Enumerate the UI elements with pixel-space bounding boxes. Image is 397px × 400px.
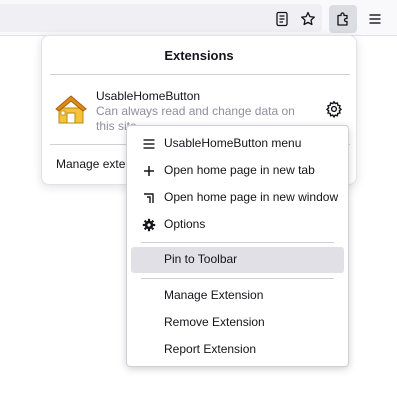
new-window-icon bbox=[142, 191, 156, 205]
menu-item-manage-extension[interactable]: Manage Extension bbox=[131, 283, 344, 309]
menu-item-label: Options bbox=[164, 217, 206, 231]
bookmark-button[interactable] bbox=[294, 5, 322, 33]
browser-toolbar bbox=[0, 0, 397, 36]
house-icon[interactable] bbox=[54, 92, 88, 126]
menu-item-label: Open home page in new window bbox=[164, 190, 339, 204]
menu-item-options[interactable]: Options bbox=[131, 212, 344, 238]
app-menu-button[interactable] bbox=[361, 5, 389, 33]
menu-item-remove-extension[interactable]: Remove Extension bbox=[131, 310, 344, 336]
menu-item-label: Open home page in new tab bbox=[164, 163, 315, 177]
menu-item-label: Report Extension bbox=[164, 342, 257, 356]
gear-icon bbox=[142, 218, 156, 232]
panel-title: Extensions bbox=[164, 48, 234, 63]
plus-icon bbox=[142, 164, 156, 178]
extensions-button[interactable] bbox=[329, 5, 357, 33]
menu-item-pin-to-toolbar[interactable]: Pin to Toolbar bbox=[131, 247, 344, 273]
menu-item-open-new-window[interactable]: Open home page in new window bbox=[131, 185, 344, 211]
panel-divider bbox=[50, 74, 350, 75]
extensions-puzzle-icon bbox=[337, 12, 348, 26]
reader-view-button[interactable] bbox=[268, 5, 296, 33]
extension-name[interactable]: UsableHomeButton bbox=[96, 89, 200, 103]
menu-lines-icon bbox=[142, 137, 156, 151]
menu-item-label: Remove Extension bbox=[164, 315, 265, 329]
reader-view-icon bbox=[276, 11, 288, 27]
extension-context-menu: UsableHomeButton menu Open home page in … bbox=[126, 125, 349, 367]
hamburger-menu-icon bbox=[369, 14, 381, 24]
menu-item-usablehomebutton-menu[interactable]: UsableHomeButton menu bbox=[131, 131, 344, 157]
menu-item-label: UsableHomeButton menu bbox=[164, 136, 302, 150]
manage-extensions-link[interactable]: Manage extensions bbox=[56, 157, 136, 171]
menu-item-label: Pin to Toolbar bbox=[164, 252, 238, 266]
menu-separator bbox=[141, 242, 334, 243]
menu-item-report-extension[interactable]: Report Extension bbox=[131, 337, 344, 363]
menu-item-label: Manage Extension bbox=[164, 288, 264, 302]
extension-options-gear-icon[interactable] bbox=[325, 100, 343, 118]
menu-item-open-new-tab[interactable]: Open home page in new tab bbox=[131, 158, 344, 184]
menu-separator bbox=[141, 278, 334, 279]
bookmark-star-icon bbox=[301, 11, 315, 26]
